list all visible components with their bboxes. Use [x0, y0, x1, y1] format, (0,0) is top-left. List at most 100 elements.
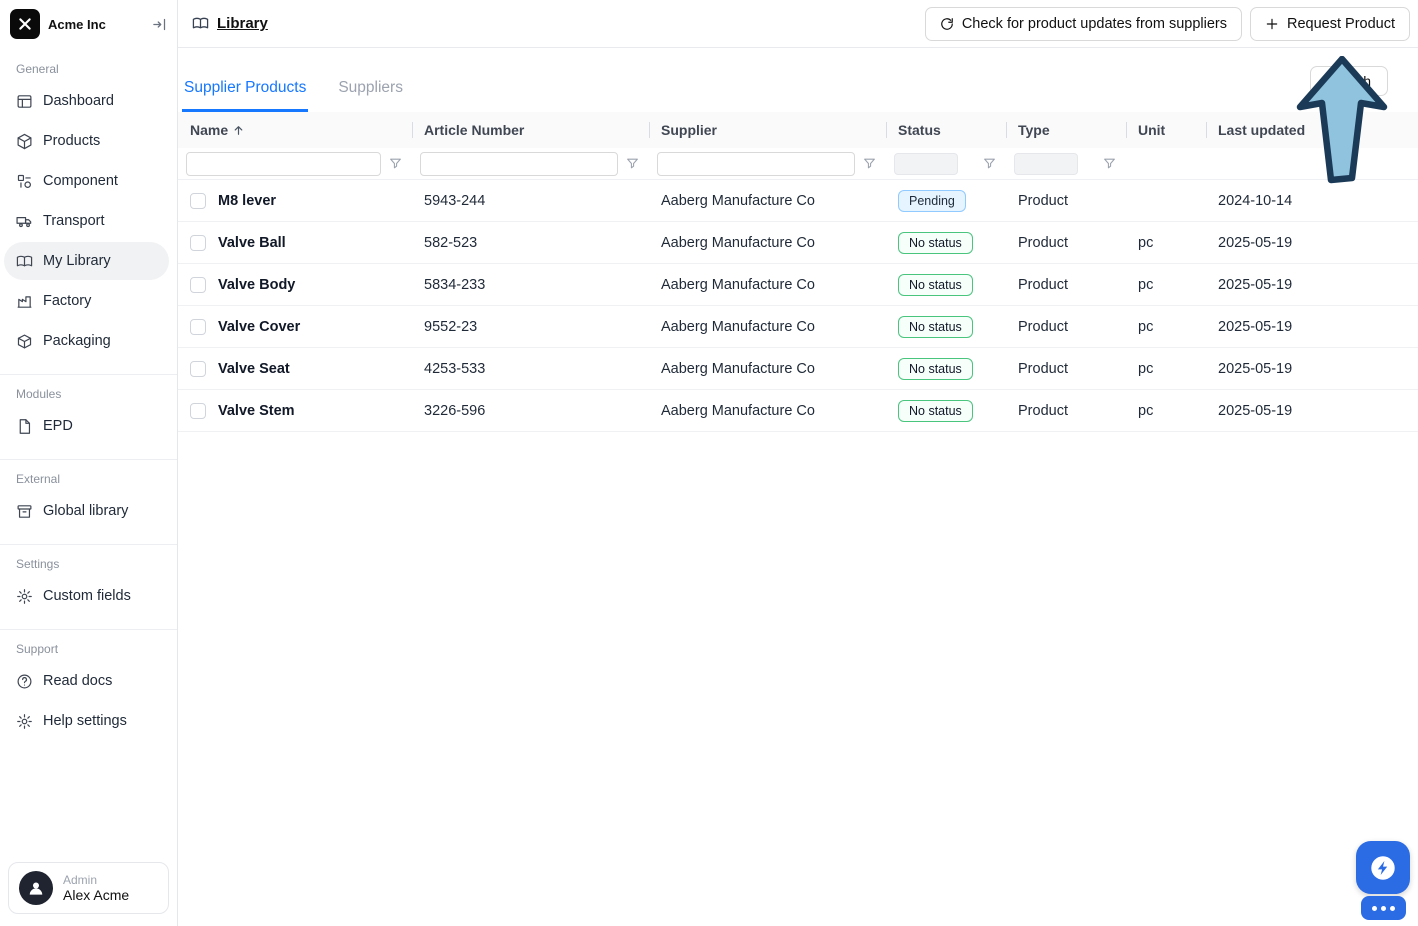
cell-last-updated: 2025-05-19 — [1206, 361, 1418, 377]
sidebar-item-help-settings[interactable]: Help settings — [4, 702, 169, 740]
user-avatar — [19, 871, 53, 905]
column-header-supplier[interactable]: Supplier — [649, 112, 886, 148]
article-number-filter-input[interactable] — [420, 152, 618, 176]
product-name: Valve Cover — [218, 319, 300, 335]
cell-type: Product — [1006, 193, 1126, 209]
read-docs-icon — [16, 673, 33, 690]
dot — [1390, 906, 1395, 911]
column-header-article-number[interactable]: Article Number — [412, 112, 649, 148]
user-card[interactable]: Admin Alex Acme — [8, 862, 169, 914]
transport-icon — [16, 213, 33, 230]
company-logo[interactable] — [10, 9, 40, 39]
custom-fields-icon — [16, 588, 33, 605]
user-role: Admin — [63, 873, 129, 887]
supplier-filter-input[interactable] — [657, 152, 855, 176]
status-filter-funnel-icon[interactable] — [983, 157, 996, 170]
sidebar-item-factory[interactable]: Factory — [4, 282, 169, 320]
table-row[interactable]: Valve Cover9552-23Aaberg Manufacture CoN… — [178, 306, 1418, 348]
sidebar-item-global-library[interactable]: Global library — [4, 492, 169, 530]
table-row[interactable]: Valve Seat4253-533Aaberg Manufacture CoN… — [178, 348, 1418, 390]
table-row[interactable]: Valve Stem3226-596Aaberg Manufacture CoN… — [178, 390, 1418, 432]
supplier-filter-funnel-icon[interactable] — [863, 157, 876, 170]
row-checkbox[interactable] — [190, 361, 206, 377]
plus-icon — [1265, 17, 1279, 31]
cell-type: Product — [1006, 277, 1126, 293]
sidebar-item-products[interactable]: Products — [4, 122, 169, 160]
sidebar-item-read-docs[interactable]: Read docs — [4, 662, 169, 700]
row-checkbox[interactable] — [190, 403, 206, 419]
sidebar-item-label: Factory — [43, 293, 91, 309]
app-root: Acme Inc GeneralDashboardProductsCompone… — [0, 0, 1418, 926]
name-filter-funnel-icon[interactable] — [389, 157, 402, 170]
table-row[interactable]: Valve Ball582-523Aaberg Manufacture CoNo… — [178, 222, 1418, 264]
sidebar-section-label: Support — [0, 634, 177, 662]
sidebar-item-transport[interactable]: Transport — [4, 202, 169, 240]
sidebar: Acme Inc GeneralDashboardProductsCompone… — [0, 0, 178, 926]
sidebar-item-custom-fields[interactable]: Custom fields — [4, 577, 169, 615]
table-row[interactable]: M8 lever5943-244Aaberg Manufacture CoPen… — [178, 180, 1418, 222]
status-badge: No status — [898, 316, 973, 338]
status-badge: No status — [898, 400, 973, 422]
search-button[interactable]: Search — [1310, 66, 1388, 96]
chat-widget-button[interactable] — [1356, 841, 1410, 894]
column-header-last-updated[interactable]: Last updated — [1206, 112, 1418, 148]
type-filter-funnel-icon[interactable] — [1103, 157, 1116, 170]
row-checkbox[interactable] — [190, 319, 206, 335]
column-header-status[interactable]: Status — [886, 112, 1006, 148]
company-name: Acme Inc — [48, 17, 144, 32]
sidebar-item-label: Packaging — [43, 333, 111, 349]
status-badge: No status — [898, 274, 973, 296]
cell-status: No status — [886, 358, 1006, 380]
row-checkbox[interactable] — [190, 235, 206, 251]
collapse-sidebar-icon[interactable] — [152, 17, 167, 32]
cell-supplier: Aaberg Manufacture Co — [649, 361, 886, 377]
article-filter-funnel-icon[interactable] — [626, 157, 639, 170]
status-filter-select[interactable] — [894, 153, 958, 175]
column-header-name[interactable]: Name — [178, 112, 412, 148]
topbar: Library Check for product updates from s… — [178, 0, 1418, 48]
column-header-unit[interactable]: Unit — [1126, 112, 1206, 148]
product-name: Valve Seat — [218, 361, 290, 377]
table-row[interactable]: Valve Body5834-233Aaberg Manufacture CoN… — [178, 264, 1418, 306]
sidebar-item-label: EPD — [43, 418, 73, 434]
sidebar-item-my-library[interactable]: My Library — [4, 242, 169, 280]
products-icon — [16, 133, 33, 150]
supplier-products-table: Name Article Number Supplier Status Type… — [178, 112, 1418, 432]
cell-unit: pc — [1126, 319, 1206, 335]
sidebar-item-dashboard[interactable]: Dashboard — [4, 82, 169, 120]
chat-widget-more-button[interactable] — [1361, 896, 1406, 920]
cell-status: No status — [886, 274, 1006, 296]
cell-article-number: 5834-233 — [412, 277, 649, 293]
check-updates-label: Check for product updates from suppliers — [962, 16, 1227, 32]
name-filter-input[interactable] — [186, 152, 381, 176]
check-updates-button[interactable]: Check for product updates from suppliers — [925, 7, 1242, 41]
request-product-button[interactable]: Request Product — [1250, 7, 1410, 41]
sidebar-item-component[interactable]: Component — [4, 162, 169, 200]
sidebar-section: GeneralDashboardProductsComponentTranspo… — [0, 50, 177, 370]
packaging-icon — [16, 333, 33, 350]
dot — [1372, 906, 1377, 911]
tab-supplier-products[interactable]: Supplier Products — [182, 79, 308, 112]
sidebar-item-epd[interactable]: EPD — [4, 407, 169, 445]
row-checkbox[interactable] — [190, 193, 206, 209]
cell-status: Pending — [886, 190, 1006, 212]
content-area: Supplier Products Suppliers Search Name … — [178, 48, 1418, 926]
row-checkbox[interactable] — [190, 277, 206, 293]
sidebar-section: SupportRead docsHelp settings — [0, 629, 177, 750]
page-title[interactable]: Library — [217, 15, 268, 32]
cell-last-updated: 2025-05-19 — [1206, 403, 1418, 419]
status-badge: Pending — [898, 190, 966, 212]
cell-supplier: Aaberg Manufacture Co — [649, 193, 886, 209]
tab-suppliers[interactable]: Suppliers — [336, 79, 405, 112]
cell-last-updated: 2025-05-19 — [1206, 235, 1418, 251]
cell-type: Product — [1006, 319, 1126, 335]
sidebar-item-label: My Library — [43, 253, 111, 269]
sidebar-section-label: General — [0, 54, 177, 82]
column-header-type[interactable]: Type — [1006, 112, 1126, 148]
cell-supplier: Aaberg Manufacture Co — [649, 277, 886, 293]
table-body: M8 lever5943-244Aaberg Manufacture CoPen… — [178, 180, 1418, 432]
component-icon — [16, 173, 33, 190]
type-filter-select[interactable] — [1014, 153, 1078, 175]
sidebar-item-packaging[interactable]: Packaging — [4, 322, 169, 360]
cell-article-number: 5943-244 — [412, 193, 649, 209]
